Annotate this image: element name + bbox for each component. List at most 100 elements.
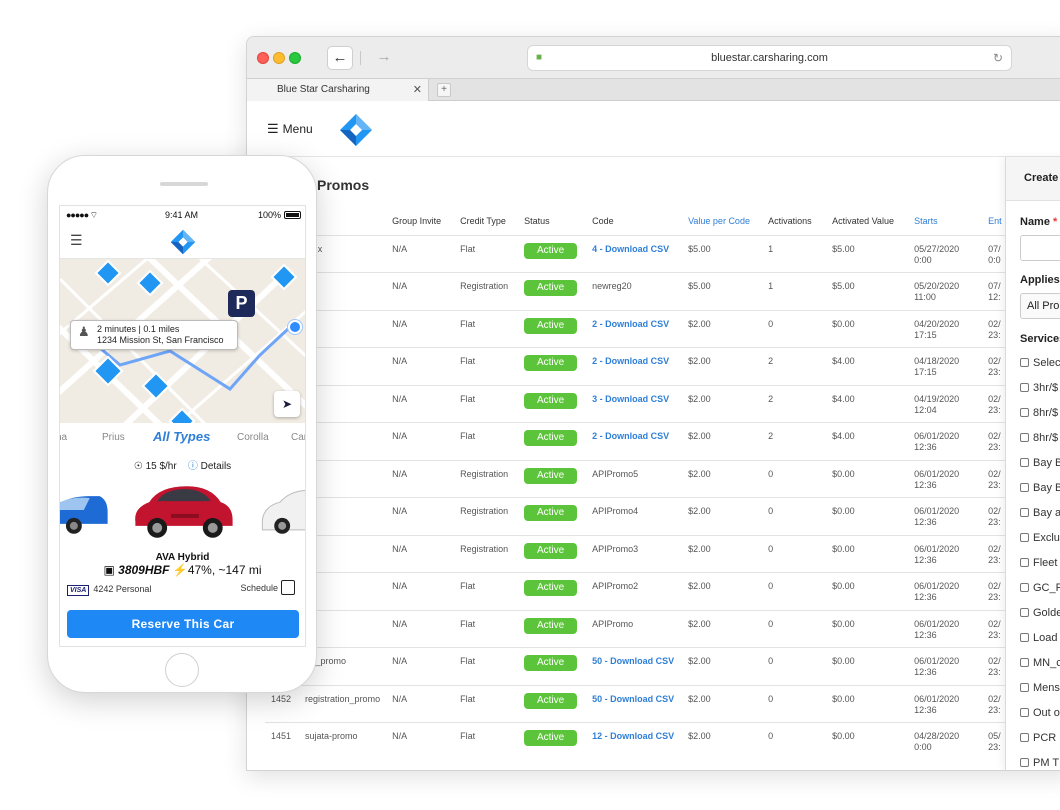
table-row[interactable]: en's promo xN/AFlatActive4 - Download CS…: [265, 234, 1008, 273]
table-row[interactable]: _promo5N/AFlatActive2 - Download CSV$2.0…: [265, 422, 1008, 460]
column-header[interactable]: Ent: [982, 207, 1008, 235]
download-csv-link[interactable]: 2 - Download CSV: [592, 431, 669, 441]
service-checkbox-item[interactable]: MN_c: [1020, 657, 1060, 669]
checkbox[interactable]: [1020, 708, 1029, 717]
info-icon[interactable]: ⓘ: [188, 461, 198, 472]
checkbox[interactable]: [1020, 658, 1029, 667]
map-view[interactable]: P ♟ 2 minutes | 0.1 miles 1234 Mission S…: [60, 259, 305, 423]
new-tab-button[interactable]: +: [437, 83, 451, 97]
phone-speaker: [160, 182, 208, 186]
service-checkbox-item[interactable]: Bay a: [1020, 507, 1060, 519]
car-type-item[interactable]: Car: [291, 432, 305, 443]
reserve-button[interactable]: Reserve This Car: [67, 610, 299, 638]
checkbox[interactable]: [1020, 508, 1029, 517]
car-type-item[interactable]: na: [60, 432, 67, 443]
payment-method[interactable]: VISA 4242 Personal: [67, 584, 151, 596]
service-checkbox-item[interactable]: Out o: [1020, 707, 1060, 719]
service-checkbox-item[interactable]: PM T: [1020, 757, 1059, 769]
table-row[interactable]: _promo5N/ARegistrationActiveAPIPromo5$2.…: [265, 459, 1008, 498]
service-checkbox-item[interactable]: Golde: [1020, 607, 1060, 619]
checkbox[interactable]: [1020, 608, 1029, 617]
service-checkbox-item[interactable]: 3hr/$: [1020, 382, 1058, 394]
minimize-window-button[interactable]: [273, 52, 285, 64]
activated-cell: $0.00: [826, 459, 909, 498]
download-csv-link[interactable]: 2 - Download CSV: [592, 319, 669, 329]
walk-callout[interactable]: ♟ 2 minutes | 0.1 miles 1234 Mission St,…: [70, 320, 238, 350]
checkbox[interactable]: [1020, 683, 1029, 692]
table-row[interactable]: 1451 sujata-promo N/A Flat Active 12 - Downlo…: [265, 722, 1008, 760]
download-csv-link[interactable]: 3 - Download CSV: [592, 394, 669, 404]
checkbox[interactable]: [1020, 483, 1029, 492]
checkbox[interactable]: [1020, 558, 1029, 567]
service-checkbox-item[interactable]: 8hr/$: [1020, 432, 1058, 444]
back-arrow-icon[interactable]: ←: [327, 46, 353, 70]
hamburger-icon[interactable]: ☰: [70, 232, 83, 249]
details-link[interactable]: Details: [201, 461, 232, 472]
service-checkbox-item[interactable]: GC_P: [1020, 582, 1060, 594]
service-checkbox-item[interactable]: Mens: [1020, 682, 1060, 694]
service-checkbox-item[interactable]: Bay B: [1020, 482, 1060, 494]
checkbox[interactable]: [1020, 358, 1029, 367]
credit-cell: Flat: [454, 647, 519, 685]
forward-arrow-icon[interactable]: →: [371, 46, 397, 70]
table-row[interactable]: reg20N/ARegistrationActivenewreg20$5.001…: [265, 272, 1008, 310]
checkbox[interactable]: [1020, 633, 1029, 642]
table-row[interactable]: registration_promoN/AFlatActive50 - Down…: [265, 647, 1008, 685]
service-checkbox-item[interactable]: Fleet: [1020, 557, 1057, 569]
car-carousel[interactable]: [60, 474, 305, 546]
car-type-item[interactable]: Prius: [102, 432, 125, 443]
service-checkbox-item[interactable]: Bay B: [1020, 457, 1060, 469]
checkbox[interactable]: [1020, 458, 1029, 467]
name-input[interactable]: [1020, 235, 1060, 261]
reload-icon[interactable]: ↻: [993, 46, 1003, 70]
car-type-item-active[interactable]: All Types: [153, 429, 210, 444]
service-checkbox-item[interactable]: Exclu: [1020, 532, 1060, 544]
table-row[interactable]: _promoN/AFlatActiveAPIPromo$2.000$0.0006…: [265, 609, 1008, 648]
checkbox[interactable]: [1020, 433, 1029, 442]
download-csv-link[interactable]: 2 - Download CSV: [592, 356, 669, 366]
schedule-button[interactable]: Schedule: [240, 580, 295, 595]
table-row[interactable]: _promo2N/AFlatActiveAPIPromo2$2.000$0.00…: [265, 572, 1008, 610]
applies-select[interactable]: All Pro: [1020, 293, 1060, 319]
promo-name[interactable]: registration_promo: [305, 694, 380, 704]
service-checkbox-item[interactable]: Selec: [1020, 357, 1060, 369]
checkbox[interactable]: [1020, 533, 1029, 542]
close-window-button[interactable]: [257, 52, 269, 64]
activations-cell: 2: [762, 422, 827, 460]
address-bar[interactable]: ■ bluestar.carsharing.com ↻: [527, 45, 1012, 71]
starts-cell: 04/20/2020 17:15: [908, 309, 983, 348]
activations-cell: 1: [762, 272, 827, 310]
car-type-item[interactable]: Corolla: [237, 432, 269, 443]
checkbox[interactable]: [1020, 408, 1029, 417]
service-checkbox-item[interactable]: PCR F: [1020, 732, 1060, 744]
service-label: 8hr/$: [1033, 407, 1059, 419]
table-row[interactable]: _promo3N/ARegistrationActiveAPIPromo3$2.…: [265, 534, 1008, 573]
checkbox[interactable]: [1020, 583, 1029, 592]
download-csv-link[interactable]: 50 - Download CSV: [592, 656, 674, 666]
checkbox[interactable]: [1020, 383, 1029, 392]
table-row[interactable]: _promo7N/AFlatActive2 - Download CSV$2.0…: [265, 347, 1008, 385]
table-row[interactable]: _promo6N/AFlatActive3 - Download CSV$2.0…: [265, 384, 1008, 423]
navigate-arrow-icon[interactable]: ➤: [274, 391, 300, 417]
table-row[interactable]: 1452 registration_promo N/A Flat Active 50 - …: [265, 684, 1008, 723]
status-badge: Active: [524, 505, 578, 521]
column-header[interactable]: Starts: [908, 207, 982, 235]
column-header[interactable]: Value per Code: [682, 207, 762, 235]
download-csv-link[interactable]: 12 - Download CSV: [592, 731, 674, 741]
service-checkbox-item[interactable]: 8hr/$: [1020, 407, 1058, 419]
home-button[interactable]: [165, 653, 199, 687]
menu-button[interactable]: ☰ Menu: [267, 121, 313, 137]
maximize-window-button[interactable]: [289, 52, 301, 64]
close-tab-icon[interactable]: ✕: [413, 79, 422, 101]
walking-icon: ♟: [78, 324, 90, 339]
service-checkbox-item[interactable]: Load: [1020, 632, 1057, 644]
browser-tab[interactable]: Blue Star Carsharing ✕: [247, 79, 429, 101]
checkbox[interactable]: [1020, 758, 1029, 767]
table-row[interactable]: _promo4N/ARegistrationActiveAPIPromo4$2.…: [265, 497, 1008, 535]
download-csv-link[interactable]: 50 - Download CSV: [592, 694, 674, 704]
download-csv-link[interactable]: 4 - Download CSV: [592, 244, 669, 254]
parking-icon[interactable]: P: [228, 290, 255, 317]
checkbox[interactable]: [1020, 733, 1029, 742]
table-row[interactable]: _promo8N/AFlatActive2 - Download CSV$2.0…: [265, 309, 1008, 348]
promo-name[interactable]: sujata-promo: [305, 731, 358, 741]
